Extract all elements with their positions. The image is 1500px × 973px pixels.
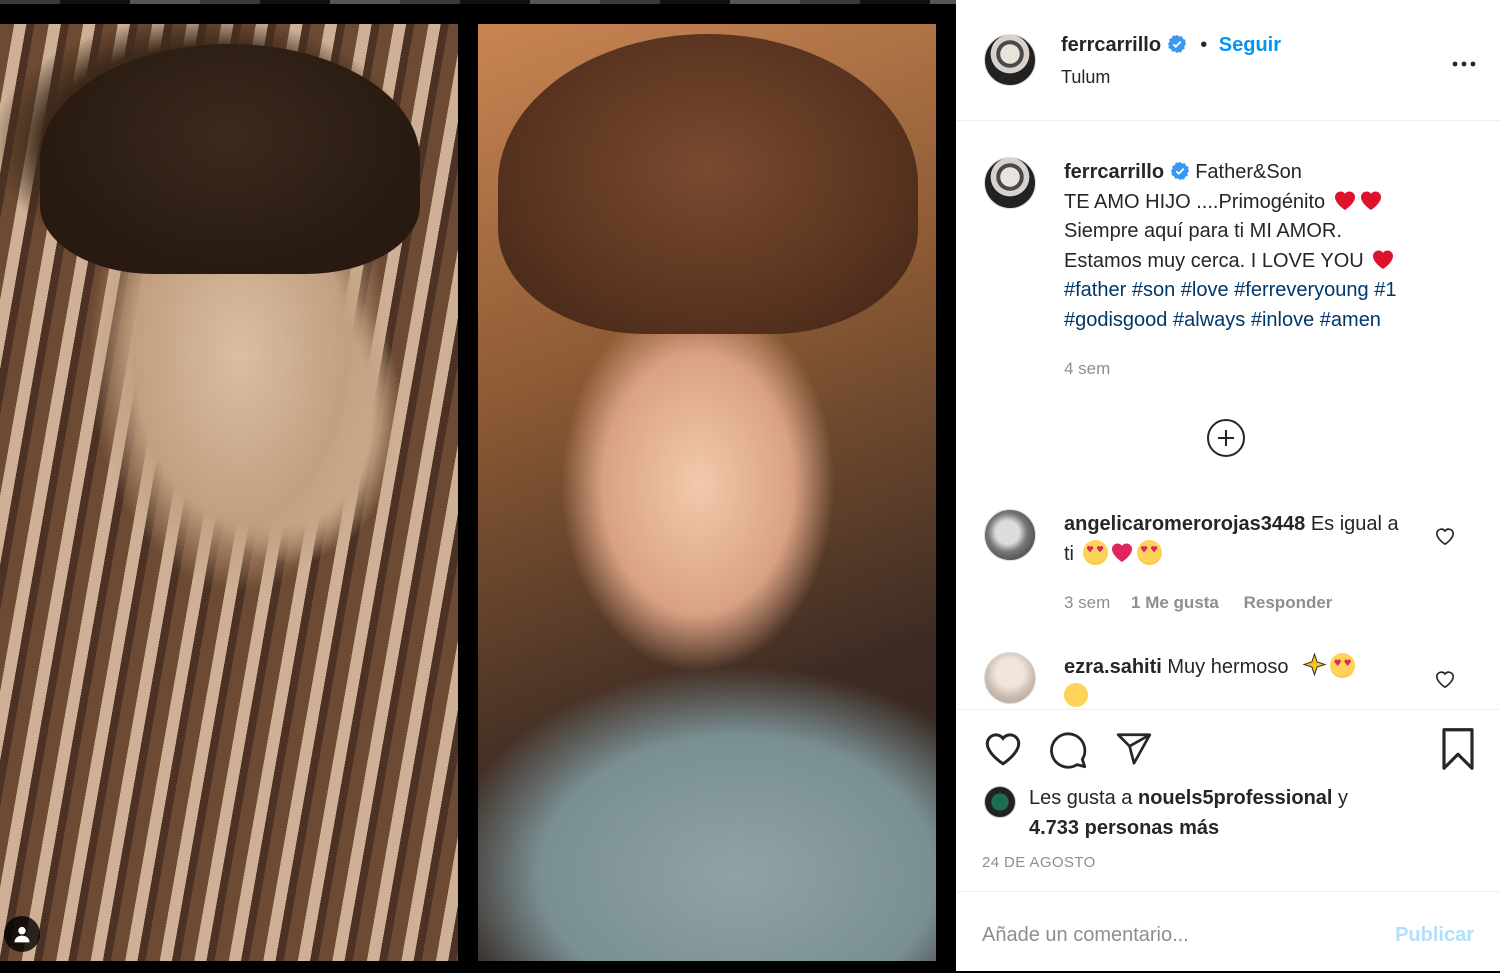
hashtag-link[interactable]: #always [1173, 309, 1245, 331]
post-header: ferrcarrillo • Seguir Tulum [956, 0, 1500, 121]
reply-button[interactable]: Responder [1244, 593, 1333, 612]
more-options-icon[interactable] [1452, 50, 1476, 73]
red-heart-emoji [1373, 249, 1394, 269]
hashtag-link[interactable]: #ferreveryoung [1234, 279, 1369, 301]
heart-eyes-emoji [1330, 653, 1356, 678]
smiling-face-emoji [1064, 682, 1088, 707]
add-circle-icon[interactable] [1207, 419, 1245, 457]
bookmark-icon[interactable] [1440, 728, 1476, 770]
comment-likes[interactable]: 1 Me gusta [1131, 593, 1219, 612]
background-strip [0, 0, 956, 4]
comment-like-icon[interactable] [1434, 526, 1456, 546]
hashtag-link[interactable]: #amen [1320, 309, 1381, 331]
caption-line-3: Estamos muy cerca. I LOVE YOU [1064, 249, 1364, 272]
commenter-username[interactable]: ezra.sahiti [1064, 656, 1162, 678]
liker-avatar[interactable] [984, 786, 1016, 818]
hashtag-link[interactable]: #inlove [1251, 309, 1314, 331]
red-heart-emoji [1334, 190, 1355, 210]
separator-dot: • [1200, 34, 1208, 56]
author-avatar[interactable] [984, 34, 1036, 86]
heart-eyes-emoji [1136, 539, 1162, 565]
user-tag-icon[interactable] [4, 916, 40, 952]
caption-line-2: Siempre aquí para ti MI AMOR. [1064, 220, 1342, 242]
red-heart-emoji [1360, 190, 1381, 210]
comment-icon[interactable] [1048, 730, 1088, 770]
add-comment-bar: Añade un comentario... Publicar [956, 891, 1500, 973]
share-icon[interactable] [1114, 730, 1154, 768]
likes-joiner: y [1338, 787, 1349, 809]
post-location[interactable]: Tulum [1061, 67, 1110, 88]
comment-item: angelicaromerorojas3448 Es igual a ti [1064, 510, 1414, 569]
hashtag-link[interactable]: #1 [1374, 279, 1396, 301]
follow-button[interactable]: Seguir [1219, 34, 1281, 56]
verified-badge-icon [1170, 161, 1189, 181]
caption-line-1: TE AMO HIJO ....Primogénito [1064, 190, 1326, 213]
post-date[interactable]: 24 DE AGOSTO [982, 854, 1096, 871]
hashtag-link[interactable]: #father [1064, 279, 1126, 301]
commenter-avatar[interactable] [984, 509, 1036, 561]
comment-input[interactable]: Añade un comentario... [982, 924, 1189, 947]
sparkling-heart-emoji [1111, 542, 1132, 562]
heart-outline-icon[interactable] [982, 728, 1024, 768]
likes-count-link[interactable]: 4.733 personas más [1029, 817, 1219, 839]
hashtag-link[interactable]: #son [1132, 279, 1175, 301]
comment-like-icon[interactable] [1434, 669, 1456, 689]
hashtag-link[interactable]: #love [1181, 279, 1229, 301]
heart-eyes-emoji [1082, 539, 1108, 565]
photo-father-childhood [0, 24, 458, 961]
commenter-avatar[interactable] [984, 652, 1036, 704]
author-username[interactable]: ferrcarrillo [1061, 34, 1161, 56]
caption-title: Father&Son [1195, 161, 1302, 183]
comment-item: ezra.sahiti Muy hermoso [1064, 653, 1414, 709]
comment-age[interactable]: 3 sem [1064, 593, 1110, 612]
photo-son [478, 24, 936, 961]
comment-meta: 3 sem 1 Me gusta Responder [1064, 593, 1332, 613]
liked-by-user[interactable]: nouels5professional [1138, 787, 1333, 809]
caption-age[interactable]: 4 sem [1064, 359, 1110, 378]
post-side-panel: ferrcarrillo • Seguir Tulum ferrcarrillo… [956, 0, 1500, 971]
commenter-username[interactable]: angelicaromerorojas3448 [1064, 513, 1305, 535]
publish-button[interactable]: Publicar [1395, 924, 1474, 947]
caption-username[interactable]: ferrcarrillo [1064, 161, 1164, 183]
likes-prefix: Les gusta a [1029, 787, 1133, 809]
author-line: ferrcarrillo • Seguir [1061, 34, 1281, 57]
likes-summary: Les gusta a nouels5professional y 4.733 … [1029, 784, 1449, 843]
caption-avatar[interactable] [984, 157, 1036, 209]
comment-text: Muy hermoso [1167, 656, 1289, 678]
caption-meta: 4 sem [1064, 359, 1126, 379]
sparkle-emoji [1302, 653, 1327, 677]
post-footer: Les gusta a nouels5professional y 4.733 … [956, 709, 1500, 972]
post-media[interactable] [0, 0, 956, 971]
verified-badge-icon [1167, 34, 1186, 54]
caption: ferrcarrillo Father&Son TE AMO HIJO ....… [1064, 158, 1474, 335]
hashtag-link[interactable]: #godisgood [1064, 309, 1167, 331]
comments-list[interactable]: ferrcarrillo Father&Son TE AMO HIJO ....… [956, 121, 1500, 709]
